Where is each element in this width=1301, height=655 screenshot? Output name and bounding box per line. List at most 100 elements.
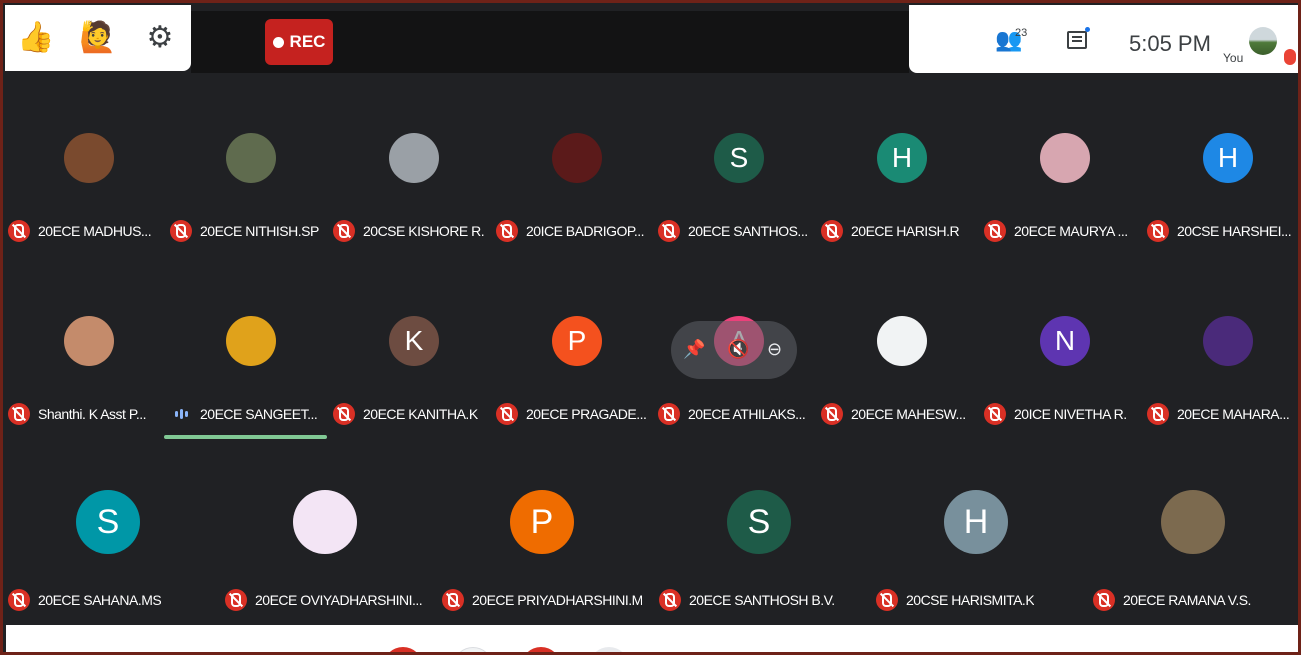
participant-avatar: P: [510, 490, 574, 554]
clock: 5:05 PM: [1129, 31, 1211, 56]
participant-tile[interactable]: H 20ECE HARISH.R: [821, 133, 983, 243]
top-left-controls: 👍 🙋 ⚙: [5, 5, 191, 71]
participant-tile[interactable]: S 20ECE SAHANA.MS: [8, 490, 208, 612]
participant-tile[interactable]: 20ECE MADHUS...: [8, 133, 170, 243]
participant-tile[interactable]: H 20CSE HARISMITA.K: [876, 490, 1076, 612]
participant-tile[interactable]: 20ECE NITHISH.SP: [170, 133, 332, 243]
participant-name: 20ECE PRIYADHARSHINI.M: [472, 592, 642, 608]
mic-off-icon: [876, 589, 898, 611]
participant-name: 20CSE HARISMITA.K: [906, 592, 1035, 608]
participant-tile[interactable]: 20CSE KISHORE R.: [333, 133, 495, 243]
participant-avatar: [1040, 133, 1090, 183]
mic-off-icon: [658, 220, 680, 242]
participant-avatar: P: [552, 316, 602, 366]
participant-name: 20ECE SANTHOS...: [688, 223, 808, 239]
participant-name-row: 20ECE SANTHOS...: [658, 219, 820, 243]
participant-name-row: 20ECE SAHANA.MS: [8, 588, 208, 612]
mic-off-icon: [333, 403, 355, 425]
participant-tile[interactable]: 20ECE SANGEET...: [170, 316, 332, 426]
end-call-button[interactable]: [521, 647, 561, 652]
participant-name-row: 20ECE SANGEET...: [170, 402, 332, 426]
speaking-icon: [170, 403, 192, 425]
present-button[interactable]: [589, 647, 629, 652]
mic-off-icon: [1147, 220, 1169, 242]
chat-notification-dot: [1085, 27, 1090, 32]
participant-avatar: [1203, 316, 1253, 366]
mic-off-icon: [984, 220, 1006, 242]
raise-hand-icon[interactable]: 🙋: [67, 5, 129, 71]
mic-off-icon: [821, 220, 843, 242]
participant-name-row: 20ECE PRAGADE...: [496, 402, 658, 426]
mic-off-icon: [496, 403, 518, 425]
participant-avatar: N: [1040, 316, 1090, 366]
participant-name-row: 20ECE MAHESW...: [821, 402, 983, 426]
participant-name: 20CSE KISHORE R.: [363, 223, 485, 239]
mic-off-icon: [658, 403, 680, 425]
recording-badge: REC: [265, 19, 333, 65]
thumbs-up-icon[interactable]: 👍: [5, 5, 67, 71]
participant-name: 20ECE ATHILAKS...: [688, 406, 806, 422]
participant-avatar: K: [389, 316, 439, 366]
mic-off-icon: [1093, 589, 1115, 611]
participant-tile[interactable]: P 20ECE PRIYADHARSHINI.M: [442, 490, 642, 612]
meeting-window: 👍 🙋 ⚙ REC 👥 23 5:05 PM You 20ECE MADHUS.…: [0, 0, 1301, 655]
participant-name: Shanthi. K Asst P...: [38, 406, 147, 422]
pin-icon[interactable]: 📌: [683, 339, 705, 360]
participant-name: 20ECE RAMANA V.S.: [1123, 592, 1251, 608]
participant-tile[interactable]: P 20ECE PRAGADE...: [496, 316, 658, 426]
participant-name: 20ECE SAHANA.MS: [38, 592, 162, 608]
participant-tile[interactable]: H 20CSE HARSHEI...: [1147, 133, 1298, 243]
participant-tile[interactable]: 20ICE BADRIGOP...: [496, 133, 658, 243]
participant-avatar: S: [714, 133, 764, 183]
mic-off-icon: [659, 589, 681, 611]
mic-off-icon: [984, 403, 1006, 425]
mic-off-icon: [8, 403, 30, 425]
participant-tile[interactable]: Shanthi. K Asst P...: [8, 316, 170, 426]
participant-avatar: [552, 133, 602, 183]
participant-name: 20ECE NITHISH.SP: [200, 223, 319, 239]
mute-icon[interactable]: 🔇: [727, 339, 749, 360]
participant-tile[interactable]: S 20ECE SANTHOSH B.V.: [659, 490, 859, 612]
participant-name: 20ECE MAURYA ...: [1014, 223, 1128, 239]
participant-tile[interactable]: 20ECE MAHARA...: [1147, 316, 1298, 426]
chat-icon[interactable]: [1067, 31, 1087, 49]
rec-label: REC: [289, 32, 326, 51]
participant-name: 20CSE HARSHEI...: [1177, 223, 1292, 239]
participant-name-row: 20ICE BADRIGOP...: [496, 219, 658, 243]
participant-avatar: S: [76, 490, 140, 554]
participant-name-row: 20ECE MAHARA...: [1147, 402, 1298, 426]
participant-name-row: 20ECE MADHUS...: [8, 219, 170, 243]
remove-icon[interactable]: ⊖: [767, 339, 782, 360]
participant-name-row: 20ECE SANTHOSH B.V.: [659, 588, 859, 612]
mic-off-icon: [8, 589, 30, 611]
self-avatar[interactable]: [1249, 27, 1277, 55]
participant-tile[interactable]: 20ECE OVIYADHARSHINI...: [225, 490, 425, 612]
participant-avatar: [389, 133, 439, 183]
participant-avatar: [1161, 490, 1225, 554]
participant-name-row: 20ECE ATHILAKS...: [658, 402, 820, 426]
gear-icon[interactable]: ⚙: [129, 5, 191, 71]
participant-name-row: 20CSE HARISMITA.K: [876, 588, 1076, 612]
self-mic-off-icon: [1284, 49, 1296, 65]
participant-name: 20ECE KANITHA.K: [363, 406, 478, 422]
participant-name: 20ICE NIVETHA R.: [1014, 406, 1127, 422]
participant-name: 20ECE SANGEET...: [200, 406, 318, 422]
participant-avatar: H: [944, 490, 1008, 554]
participant-name: 20ECE PRAGADE...: [526, 406, 647, 422]
participant-tile[interactable]: K 20ECE KANITHA.K: [333, 316, 495, 426]
participant-tile[interactable]: 20ECE MAHESW...: [821, 316, 983, 426]
camera-button[interactable]: [453, 647, 493, 652]
top-right-controls: 👥 23 5:05 PM You: [909, 5, 1298, 73]
mic-off-icon: [821, 403, 843, 425]
mic-off-icon: [1147, 403, 1169, 425]
record-dot-icon: [272, 36, 284, 48]
participant-name: 20ECE OVIYADHARSHINI...: [255, 592, 423, 608]
participant-name-row: 20ECE RAMANA V.S.: [1093, 588, 1293, 612]
participant-tile[interactable]: N 20ICE NIVETHA R.: [984, 316, 1146, 426]
participants-count: 23: [1015, 27, 1028, 39]
participant-tile[interactable]: S 20ECE SANTHOS...: [658, 133, 820, 243]
participant-tile[interactable]: 20ECE RAMANA V.S.: [1093, 490, 1293, 612]
participant-tile[interactable]: 20ECE MAURYA ...: [984, 133, 1146, 243]
mic-button[interactable]: [383, 647, 423, 652]
participant-name-row: 20ECE NITHISH.SP: [170, 219, 332, 243]
